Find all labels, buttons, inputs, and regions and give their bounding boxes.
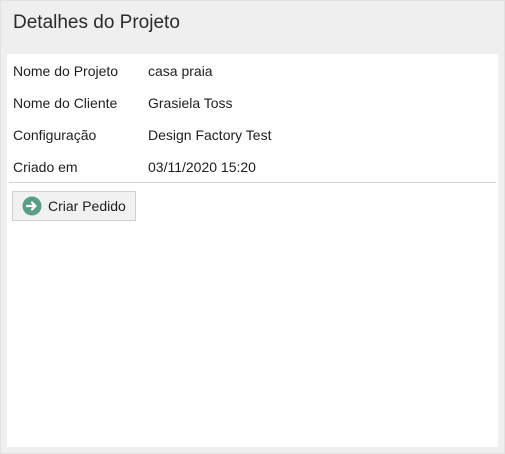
panel-body: Nome do Projeto casa praia Nome do Clien… <box>7 54 498 447</box>
detail-value: Design Factory Test <box>148 127 272 143</box>
detail-label: Nome do Cliente <box>13 95 118 111</box>
details-list: Nome do Projeto casa praia Nome do Clien… <box>13 60 492 188</box>
detail-label: Configuração <box>13 127 97 143</box>
panel-title: Detalhes do Projeto <box>13 12 180 33</box>
divider <box>9 182 496 183</box>
project-details-panel: Detalhes do Projeto Nome do Projeto casa… <box>0 0 505 454</box>
detail-value: Grasiela Toss <box>148 95 233 111</box>
create-order-label: Criar Pedido <box>48 198 126 214</box>
panel-header: Detalhes do Projeto <box>1 1 504 49</box>
arrow-right-circle-icon <box>22 196 42 216</box>
create-order-button[interactable]: Criar Pedido <box>12 191 136 221</box>
detail-value: 03/11/2020 15:20 <box>148 159 256 175</box>
detail-label: Nome do Projeto <box>13 63 119 79</box>
detail-row-project-name: Nome do Projeto casa praia <box>13 60 492 92</box>
detail-row-client-name: Nome do Cliente Grasiela Toss <box>13 92 492 124</box>
detail-value: casa praia <box>148 63 213 79</box>
detail-row-created-at: Criado em 03/11/2020 15:20 <box>13 156 492 188</box>
detail-label: Criado em <box>13 159 78 175</box>
detail-row-configuration: Configuração Design Factory Test <box>13 124 492 156</box>
